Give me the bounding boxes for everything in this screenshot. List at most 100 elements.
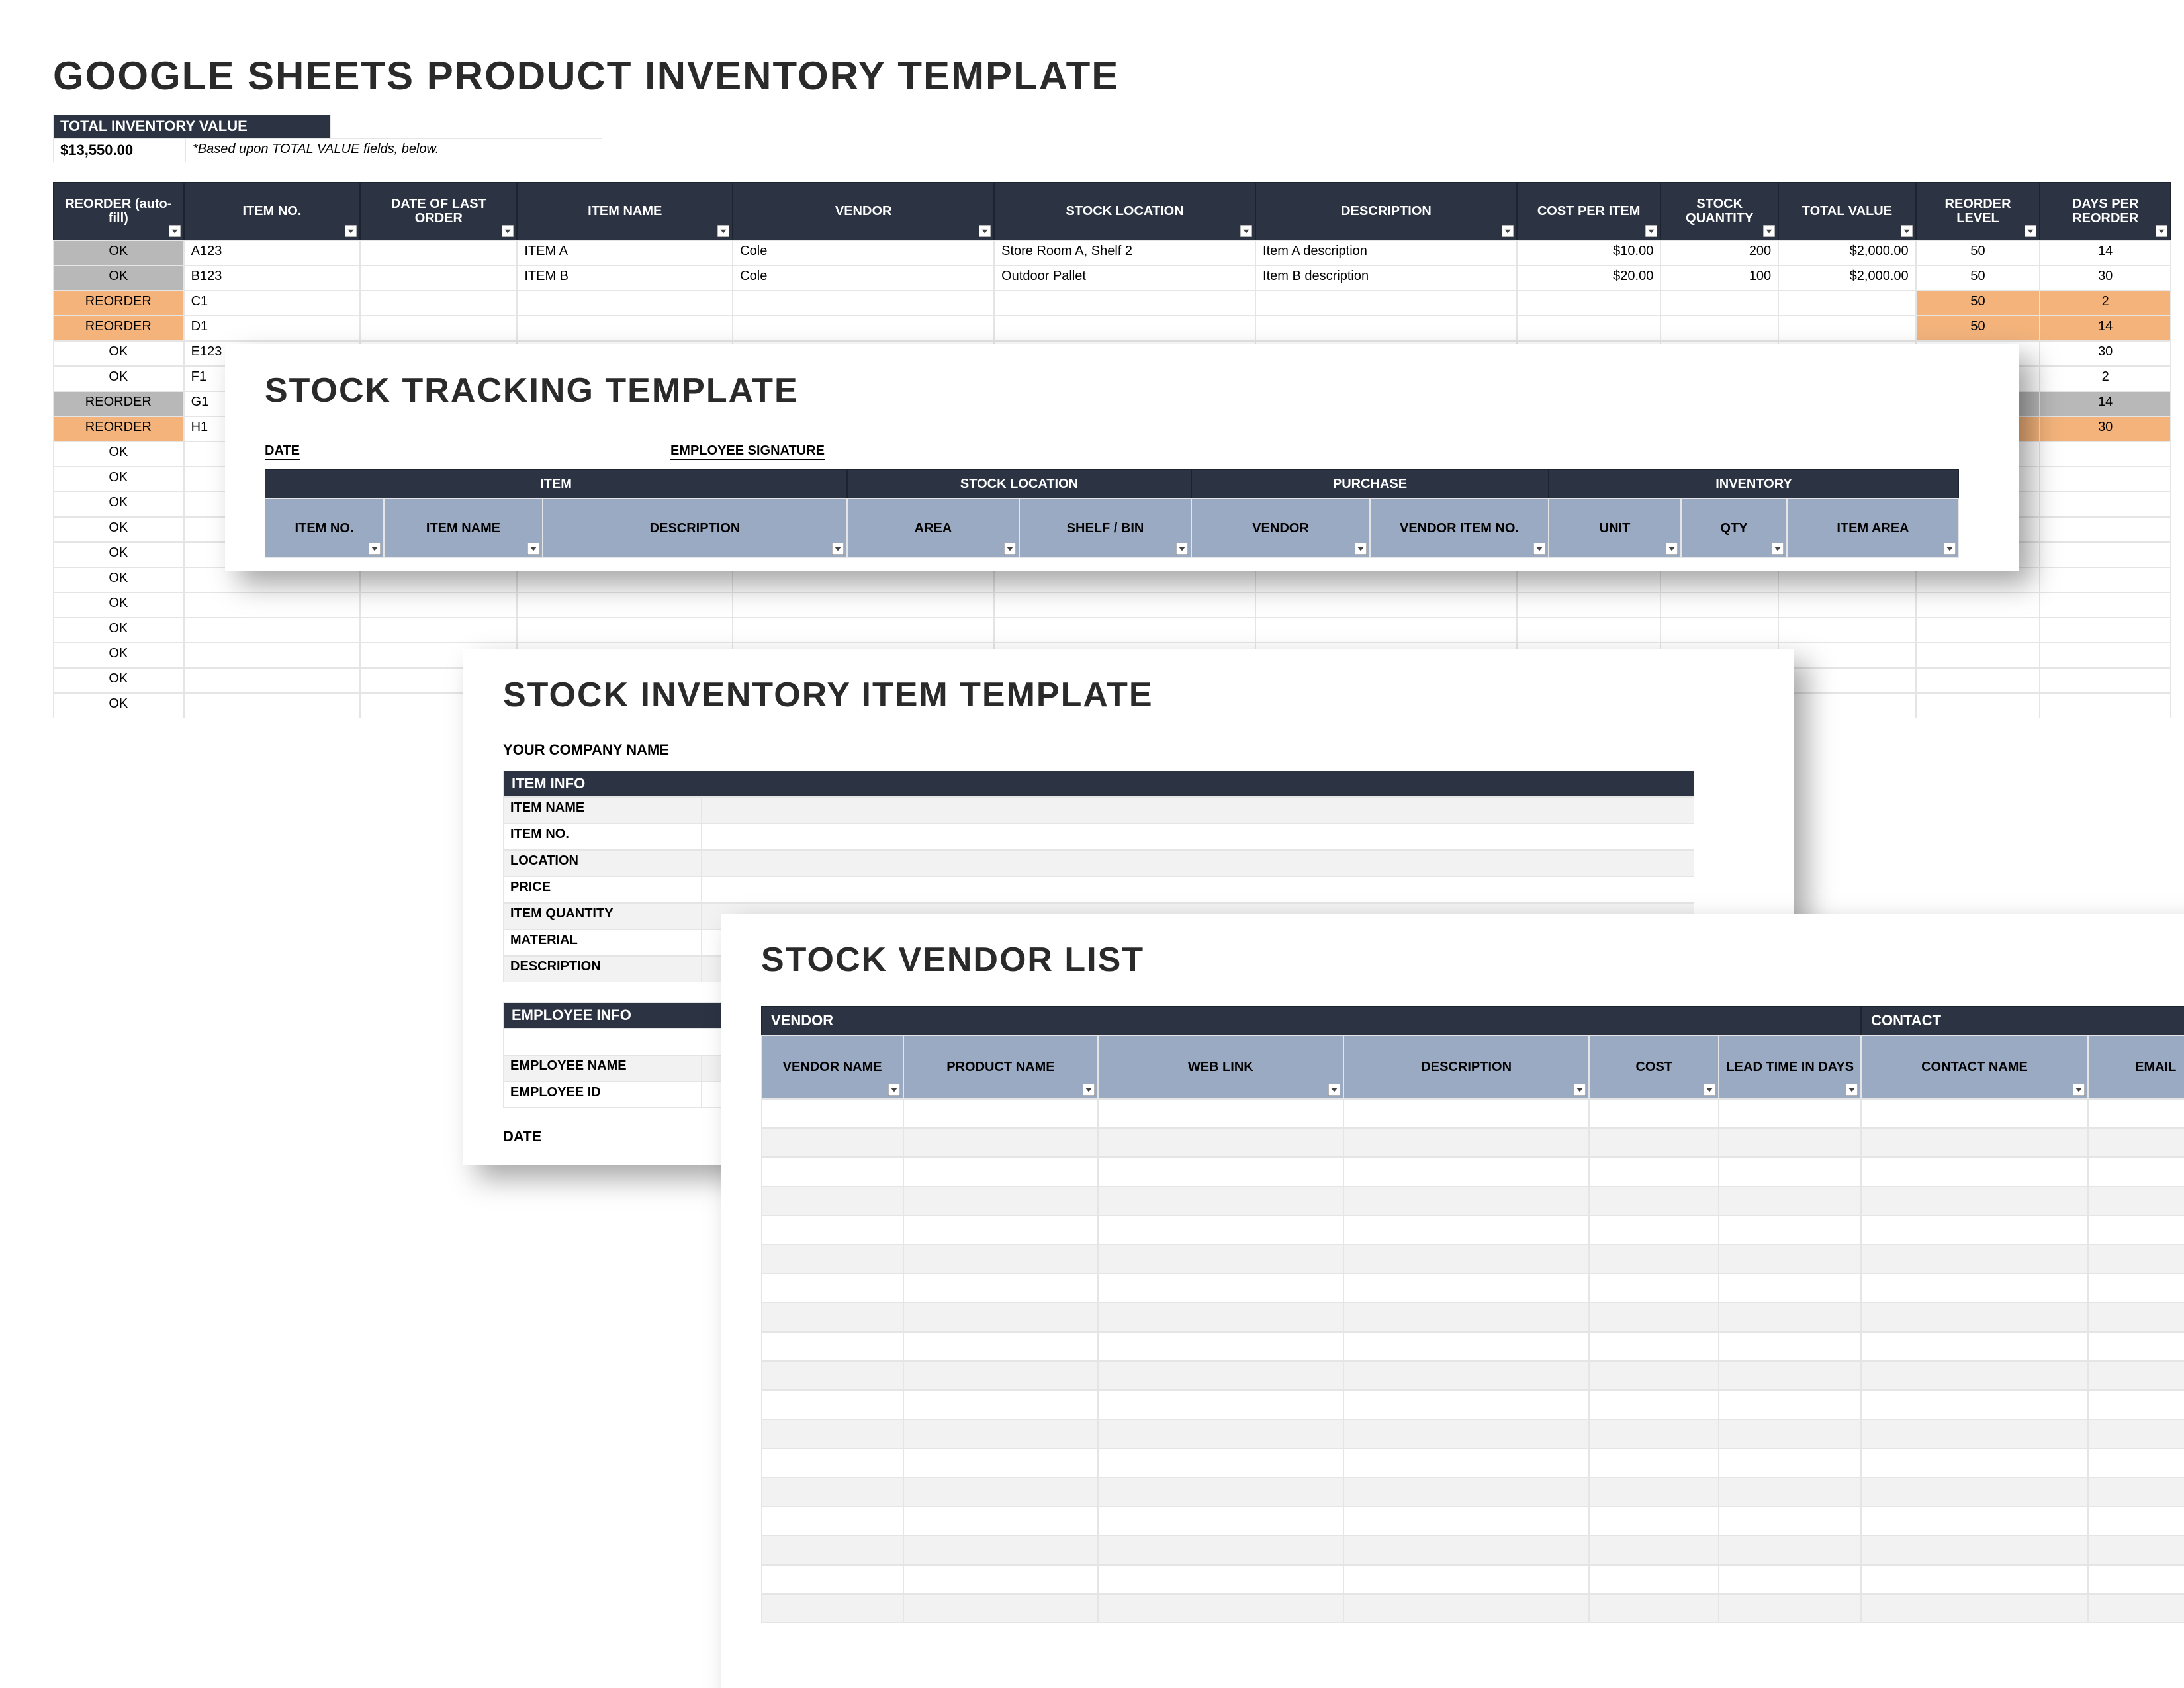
- cell[interactable]: [184, 693, 361, 718]
- cell[interactable]: [1589, 1157, 1719, 1186]
- cell[interactable]: [1719, 1303, 1861, 1332]
- cell[interactable]: 2: [2040, 291, 2171, 316]
- cell[interactable]: OK: [53, 592, 184, 618]
- cell[interactable]: [184, 618, 361, 643]
- cell[interactable]: OK: [53, 618, 184, 643]
- cell[interactable]: B123: [184, 265, 361, 291]
- cell[interactable]: [1255, 618, 1517, 643]
- cell[interactable]: [1861, 1244, 2087, 1274]
- cell[interactable]: [360, 265, 517, 291]
- cell[interactable]: [360, 316, 517, 341]
- cell[interactable]: [1861, 1215, 2087, 1244]
- cell[interactable]: OK: [53, 643, 184, 668]
- cell[interactable]: [1661, 316, 1778, 341]
- cell[interactable]: [2088, 1507, 2184, 1536]
- cell[interactable]: [1778, 643, 1915, 668]
- cell[interactable]: [1098, 1361, 1343, 1390]
- track-col-header[interactable]: ITEM NAME: [384, 498, 543, 558]
- inventory-col-header[interactable]: DAYS PER REORDER: [2040, 182, 2171, 240]
- cell[interactable]: [1589, 1361, 1719, 1390]
- filter-dropdown-icon[interactable]: [1004, 543, 1016, 555]
- cell[interactable]: [761, 1361, 903, 1390]
- cell[interactable]: [1589, 1099, 1719, 1128]
- filter-dropdown-icon[interactable]: [1240, 225, 1252, 237]
- cell[interactable]: [761, 1244, 903, 1274]
- cell[interactable]: [1719, 1565, 1861, 1594]
- vendor-col-header[interactable]: PRODUCT NAME: [903, 1035, 1097, 1099]
- cell[interactable]: ITEM A: [517, 240, 733, 265]
- cell[interactable]: $2,000.00: [1778, 265, 1915, 291]
- cell[interactable]: [1589, 1332, 1719, 1361]
- cell[interactable]: [1098, 1332, 1343, 1361]
- cell[interactable]: [2040, 492, 2171, 517]
- filter-dropdown-icon[interactable]: [1328, 1084, 1340, 1096]
- cell[interactable]: [1916, 592, 2040, 618]
- cell[interactable]: OK: [53, 668, 184, 693]
- cell[interactable]: [1589, 1565, 1719, 1594]
- filter-dropdown-icon[interactable]: [832, 543, 844, 555]
- inventory-col-header[interactable]: REORDER (auto-fill): [53, 182, 184, 240]
- cell[interactable]: [1343, 1361, 1589, 1390]
- cell[interactable]: [1916, 668, 2040, 693]
- cell[interactable]: [1343, 1536, 1589, 1565]
- cell[interactable]: 50: [1916, 265, 2040, 291]
- cell[interactable]: [1589, 1594, 1719, 1623]
- cell[interactable]: Store Room A, Shelf 2: [994, 240, 1255, 265]
- inventory-col-header[interactable]: STOCK LOCATION: [994, 182, 1255, 240]
- cell[interactable]: [1098, 1099, 1343, 1128]
- cell[interactable]: [903, 1128, 1097, 1157]
- cell[interactable]: REORDER: [53, 416, 184, 442]
- filter-dropdown-icon[interactable]: [888, 1084, 900, 1096]
- cell[interactable]: [733, 618, 994, 643]
- cell[interactable]: 50: [1916, 240, 2040, 265]
- cell[interactable]: [1343, 1332, 1589, 1361]
- vendor-col-header[interactable]: COST: [1589, 1035, 1719, 1099]
- cell[interactable]: REORDER: [53, 391, 184, 416]
- cell[interactable]: OK: [53, 693, 184, 718]
- cell[interactable]: [903, 1186, 1097, 1215]
- cell[interactable]: OK: [53, 517, 184, 542]
- cell[interactable]: [2088, 1594, 2184, 1623]
- cell[interactable]: $2,000.00: [1778, 240, 1915, 265]
- cell[interactable]: [1861, 1099, 2087, 1128]
- cell[interactable]: [1861, 1128, 2087, 1157]
- cell[interactable]: [1861, 1390, 2087, 1419]
- filter-dropdown-icon[interactable]: [979, 225, 991, 237]
- cell[interactable]: [2088, 1157, 2184, 1186]
- track-col-header[interactable]: VENDOR: [1191, 498, 1370, 558]
- cell[interactable]: [1098, 1157, 1343, 1186]
- cell[interactable]: [1719, 1594, 1861, 1623]
- cell[interactable]: 14: [2040, 316, 2171, 341]
- cell[interactable]: [2040, 442, 2171, 467]
- cell[interactable]: [2040, 567, 2171, 592]
- cell[interactable]: C1: [184, 291, 361, 316]
- cell[interactable]: [1778, 291, 1915, 316]
- cell[interactable]: [994, 291, 1255, 316]
- filter-dropdown-icon[interactable]: [1176, 543, 1188, 555]
- cell[interactable]: [1719, 1448, 1861, 1477]
- cell[interactable]: [1343, 1477, 1589, 1507]
- cell[interactable]: [1719, 1419, 1861, 1448]
- cell[interactable]: [1098, 1303, 1343, 1332]
- filter-dropdown-icon[interactable]: [169, 225, 181, 237]
- cell[interactable]: [1343, 1448, 1589, 1477]
- cell[interactable]: [1098, 1565, 1343, 1594]
- cell[interactable]: [1661, 291, 1778, 316]
- cell[interactable]: [761, 1186, 903, 1215]
- cell[interactable]: [761, 1477, 903, 1507]
- cell[interactable]: [1589, 1215, 1719, 1244]
- vendor-col-header[interactable]: CONTACT NAME: [1861, 1035, 2087, 1099]
- cell[interactable]: D1: [184, 316, 361, 341]
- cell[interactable]: [1861, 1507, 2087, 1536]
- cell[interactable]: [1255, 316, 1517, 341]
- filter-dropdown-icon[interactable]: [1772, 543, 1784, 555]
- cell[interactable]: [1343, 1565, 1589, 1594]
- cell[interactable]: [1719, 1215, 1861, 1244]
- cell[interactable]: [1589, 1128, 1719, 1157]
- cell[interactable]: [1861, 1157, 2087, 1186]
- cell[interactable]: [1861, 1448, 2087, 1477]
- cell[interactable]: 100: [1661, 265, 1778, 291]
- filter-dropdown-icon[interactable]: [527, 543, 539, 555]
- cell[interactable]: [903, 1419, 1097, 1448]
- cell[interactable]: [1343, 1186, 1589, 1215]
